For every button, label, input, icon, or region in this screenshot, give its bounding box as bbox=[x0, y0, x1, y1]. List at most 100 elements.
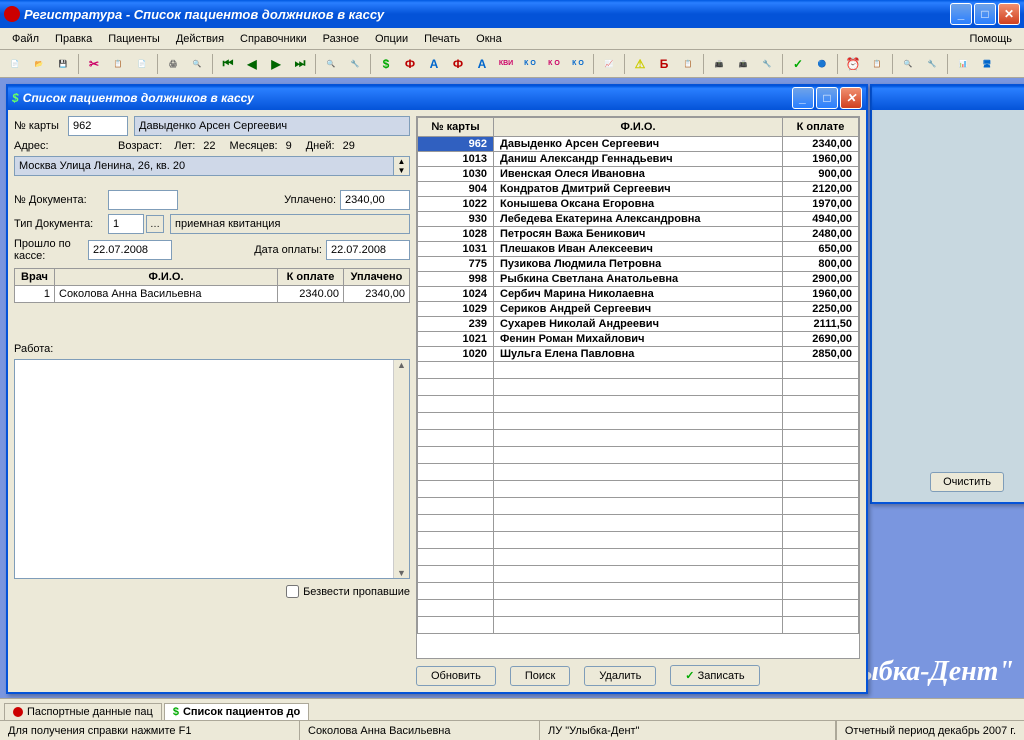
toolbar-button-24[interactable]: КВИ bbox=[495, 53, 517, 75]
child-minimize-button[interactable]: _ bbox=[792, 87, 814, 109]
save-button[interactable]: ✓ Записать bbox=[670, 665, 759, 686]
menu-windows[interactable]: Окна bbox=[468, 31, 510, 47]
paid-input[interactable] bbox=[340, 190, 410, 210]
update-button[interactable]: Обновить bbox=[416, 666, 496, 686]
menu-patients[interactable]: Пациенты bbox=[100, 31, 168, 47]
toolbar-button-27[interactable]: К О bbox=[567, 53, 589, 75]
toolbar-button-49[interactable]: 🖥 bbox=[976, 53, 998, 75]
toolbar-button-8[interactable]: 🖨 bbox=[162, 53, 184, 75]
toolbar-button-48[interactable]: 📊 bbox=[952, 53, 974, 75]
clear-button[interactable]: Очистить bbox=[930, 472, 1004, 492]
paydate-input[interactable] bbox=[326, 240, 410, 260]
patient-row[interactable]: 904Кондратов Дмитрий Сергеевич2120,00 bbox=[418, 182, 859, 197]
patient-row[interactable]: 930Лебедева Екатерина Александровна4940,… bbox=[418, 212, 859, 227]
toolbar-button-1[interactable]: 📂 bbox=[28, 53, 50, 75]
toolbar-button-46[interactable]: 🔧 bbox=[921, 53, 943, 75]
menu-refs[interactable]: Справочники bbox=[232, 31, 315, 47]
toolbar-button-33[interactable]: 📋 bbox=[677, 53, 699, 75]
patient-row-empty bbox=[418, 566, 859, 583]
fio-input[interactable] bbox=[134, 116, 410, 136]
toolbar-button-43[interactable]: 📋 bbox=[866, 53, 888, 75]
patient-row[interactable]: 239Сухарев Николай Андреевич2111,50 bbox=[418, 317, 859, 332]
toolbar-button-11[interactable]: ⏮ bbox=[217, 53, 239, 75]
close-button[interactable]: ✕ bbox=[998, 3, 1020, 25]
dt-h-topay[interactable]: К оплате bbox=[278, 269, 344, 286]
patient-row[interactable]: 775Пузикова Людмила Петровна800,00 bbox=[418, 257, 859, 272]
toolbar-button-37[interactable]: 🔧 bbox=[756, 53, 778, 75]
toolbar-button-42[interactable]: ⏰ bbox=[842, 53, 864, 75]
toolbar-button-29[interactable]: 📈 bbox=[598, 53, 620, 75]
toolbar-button-4[interactable]: ✂ bbox=[83, 53, 105, 75]
child-maximize-button[interactable]: □ bbox=[816, 87, 838, 109]
patient-row-empty bbox=[418, 413, 859, 430]
toolbar-button-39[interactable]: ✓ bbox=[787, 53, 809, 75]
missing-checkbox[interactable] bbox=[286, 585, 299, 598]
patient-row[interactable]: 998Рыбкина Светлана Анатольевна2900,00 bbox=[418, 272, 859, 287]
toolbar-button-12[interactable]: ◀ bbox=[241, 53, 263, 75]
doctor-table-row[interactable]: 1 Соколова Анна Васильевна 2340.00 2340,… bbox=[15, 286, 410, 303]
patient-row[interactable]: 1024Сербич Марина Николаевна1960,00 bbox=[418, 287, 859, 302]
pt-h-card[interactable]: № карты bbox=[418, 118, 494, 137]
search-button[interactable]: Поиск bbox=[510, 666, 570, 686]
toolbar-button-22[interactable]: Ф bbox=[447, 53, 469, 75]
patient-row[interactable]: 1013Даниш Александр Геннадьевич1960,00 bbox=[418, 152, 859, 167]
dt-h-fio[interactable]: Ф.И.О. bbox=[55, 269, 278, 286]
toolbar-button-20[interactable]: Ф bbox=[399, 53, 421, 75]
toolbar-button-16[interactable]: 🔍 bbox=[320, 53, 342, 75]
toolbar-button-40[interactable]: 🔵 bbox=[811, 53, 833, 75]
toolbar-button-6[interactable]: 📄 bbox=[131, 53, 153, 75]
menu-file[interactable]: Файл bbox=[4, 31, 47, 47]
pt-h-pay[interactable]: К оплате bbox=[783, 118, 859, 137]
patient-row[interactable]: 1022Конышева Оксана Егоровна1970,00 bbox=[418, 197, 859, 212]
address-input[interactable] bbox=[14, 156, 394, 176]
dt-h-doctor[interactable]: Врач bbox=[15, 269, 55, 286]
toolbar-button-35[interactable]: 📠 bbox=[708, 53, 730, 75]
patient-row[interactable]: 1031Плешаков Иван Алексеевич650,00 bbox=[418, 242, 859, 257]
pt-h-fio[interactable]: Ф.И.О. bbox=[494, 118, 783, 137]
dt-h-paid[interactable]: Уплачено bbox=[344, 269, 410, 286]
tab-passport[interactable]: Паспортные данные пац bbox=[4, 703, 162, 720]
menu-options[interactable]: Опции bbox=[367, 31, 416, 47]
patient-row[interactable]: 1030Ивенская Олеся Ивановна900,00 bbox=[418, 167, 859, 182]
work-textarea[interactable] bbox=[14, 359, 410, 579]
address-scroll[interactable]: ▲▼ bbox=[394, 156, 410, 176]
toolbar-button-5[interactable]: 📋 bbox=[107, 53, 129, 75]
toolbar-button-31[interactable]: ⚠ bbox=[629, 53, 651, 75]
patient-row[interactable]: 1020Шульга Елена Павловна2850,00 bbox=[418, 347, 859, 362]
toolbar-button-0[interactable]: 📄 bbox=[4, 53, 26, 75]
menu-edit[interactable]: Правка bbox=[47, 31, 100, 47]
toolbar-button-25[interactable]: К О bbox=[519, 53, 541, 75]
toolbar-button-32[interactable]: Б bbox=[653, 53, 675, 75]
toolbar-button-23[interactable]: А bbox=[471, 53, 493, 75]
menu-help[interactable]: Помощь bbox=[962, 31, 1021, 47]
menu-print[interactable]: Печать bbox=[416, 31, 468, 47]
work-scrollbar[interactable] bbox=[393, 360, 409, 578]
child-close-button[interactable]: ✕ bbox=[840, 87, 862, 109]
elapsed-input[interactable] bbox=[88, 240, 172, 260]
toolbar-button-45[interactable]: 🔍 bbox=[897, 53, 919, 75]
patient-row[interactable]: 962Давыденко Арсен Сергеевич2340,00 bbox=[418, 137, 859, 152]
delete-button[interactable]: Удалить bbox=[584, 666, 656, 686]
toolbar-button-19[interactable]: $ bbox=[375, 53, 397, 75]
patient-row[interactable]: 1028Петросян Важа Беникович2480,00 bbox=[418, 227, 859, 242]
toolbar-button-14[interactable]: ⏭ bbox=[289, 53, 311, 75]
card-input[interactable] bbox=[68, 116, 128, 136]
menu-actions[interactable]: Действия bbox=[168, 31, 232, 47]
passport-icon bbox=[13, 707, 23, 717]
maximize-button[interactable]: □ bbox=[974, 3, 996, 25]
docnum-input[interactable] bbox=[108, 190, 178, 210]
toolbar-button-2[interactable]: 💾 bbox=[52, 53, 74, 75]
patient-row[interactable]: 1021Фенин Роман Михайлович2690,00 bbox=[418, 332, 859, 347]
toolbar-button-26[interactable]: К О bbox=[543, 53, 565, 75]
doctype-num-input[interactable] bbox=[108, 214, 144, 234]
doctype-lookup-button[interactable]: … bbox=[146, 215, 164, 233]
toolbar-button-36[interactable]: 📠 bbox=[732, 53, 754, 75]
menu-misc[interactable]: Разное bbox=[315, 31, 367, 47]
tab-debtors[interactable]: $ Список пациентов до bbox=[164, 703, 309, 720]
minimize-button[interactable]: _ bbox=[950, 3, 972, 25]
toolbar-button-13[interactable]: ▶ bbox=[265, 53, 287, 75]
toolbar-button-17[interactable]: 🔧 bbox=[344, 53, 366, 75]
patient-row[interactable]: 1029Сериков Андрей Сергеевич2250,00 bbox=[418, 302, 859, 317]
toolbar-button-9[interactable]: 🔍 bbox=[186, 53, 208, 75]
toolbar-button-21[interactable]: А bbox=[423, 53, 445, 75]
